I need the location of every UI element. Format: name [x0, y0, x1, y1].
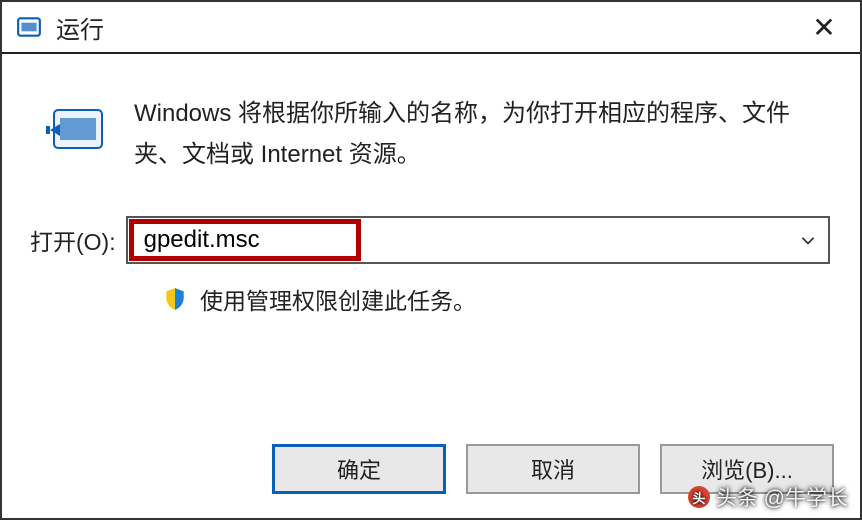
dialog-content: Windows 将根据你所输入的名称，为你打开相应的程序、文件夹、文档或 Int… [2, 54, 860, 316]
browse-button[interactable]: 浏览(B)... [660, 444, 834, 494]
close-button[interactable]: ✕ [802, 5, 846, 49]
open-label: 打开(O): [30, 223, 116, 257]
description-row: Windows 将根据你所输入的名称，为你打开相应的程序、文件夹、文档或 Int… [32, 94, 830, 176]
dialog-title: 运行 [56, 10, 802, 45]
run-large-icon [46, 98, 110, 162]
chevron-down-icon[interactable] [788, 231, 828, 249]
button-row: 确定 取消 浏览(B)... [272, 444, 834, 494]
titlebar: 运行 ✕ [2, 2, 860, 54]
cancel-button[interactable]: 取消 [466, 444, 640, 494]
dialog-description: Windows 将根据你所输入的名称，为你打开相应的程序、文件夹、文档或 Int… [134, 94, 830, 176]
open-input-row: 打开(O): [32, 216, 830, 264]
command-input[interactable] [128, 218, 788, 262]
run-dialog: 运行 ✕ Windows 将根据你所输入的名称，为你打开相应的程序、文件夹、文档… [0, 0, 862, 520]
run-dialog-icon [16, 14, 42, 40]
ok-button[interactable]: 确定 [272, 444, 446, 494]
admin-note-text: 使用管理权限创建此任务。 [200, 282, 476, 316]
admin-note-row: 使用管理权限创建此任务。 [162, 282, 830, 316]
shield-icon [162, 286, 188, 312]
command-combobox[interactable] [126, 216, 830, 264]
